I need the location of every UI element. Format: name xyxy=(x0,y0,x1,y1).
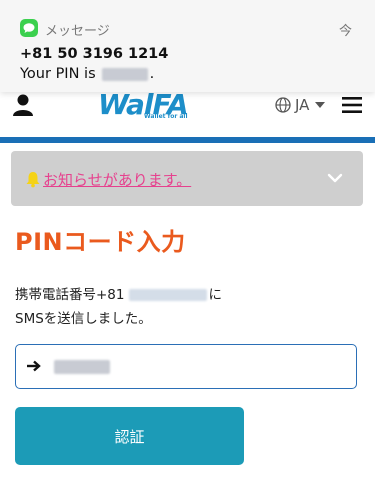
chevron-down-icon[interactable] xyxy=(327,171,343,185)
announcement-bar[interactable]: お知らせがあります。 xyxy=(11,151,363,206)
redacted-pin-value xyxy=(54,360,110,374)
chevron-down-icon xyxy=(315,102,326,108)
notification-app-name: メッセージ xyxy=(45,24,110,39)
header-divider xyxy=(0,137,375,143)
redacted-pin xyxy=(101,67,148,81)
notification-body-prefix: Your PIN is xyxy=(20,66,96,82)
notification-sender: +81 50 3196 1214 xyxy=(20,46,169,62)
desc-prefix: 携帯電話番号+81 xyxy=(15,287,125,303)
bell-icon xyxy=(26,172,40,188)
desc-suffix: に xyxy=(208,287,223,303)
verify-button[interactable]: 認証 xyxy=(15,407,244,465)
globe-icon xyxy=(275,97,291,113)
page-title: PINコード入力 xyxy=(15,228,186,256)
pin-code-input[interactable] xyxy=(15,344,357,389)
arrow-right-icon xyxy=(27,360,41,372)
logo-subtext: Wallet for all xyxy=(144,113,188,120)
notification-body-suffix: . xyxy=(149,66,155,82)
messages-app-icon xyxy=(20,19,38,37)
menu-icon[interactable] xyxy=(342,96,362,114)
desc-line2: SMSを送信しました。 xyxy=(15,311,152,327)
language-code: JA xyxy=(295,96,310,114)
notification-time: 今 xyxy=(338,24,352,39)
notification-body: Your PIN is . xyxy=(20,66,154,82)
sms-notification[interactable]: メッセージ 今 +81 50 3196 1214 Your PIN is . xyxy=(0,0,375,92)
redacted-phone-number xyxy=(128,289,207,301)
user-icon[interactable] xyxy=(11,93,35,117)
announcement-link[interactable]: お知らせがあります。 xyxy=(43,169,191,190)
language-selector[interactable]: JA xyxy=(275,94,326,116)
sms-sent-description: 携帯電話番号+81 に SMSを送信しました。 xyxy=(15,283,360,331)
